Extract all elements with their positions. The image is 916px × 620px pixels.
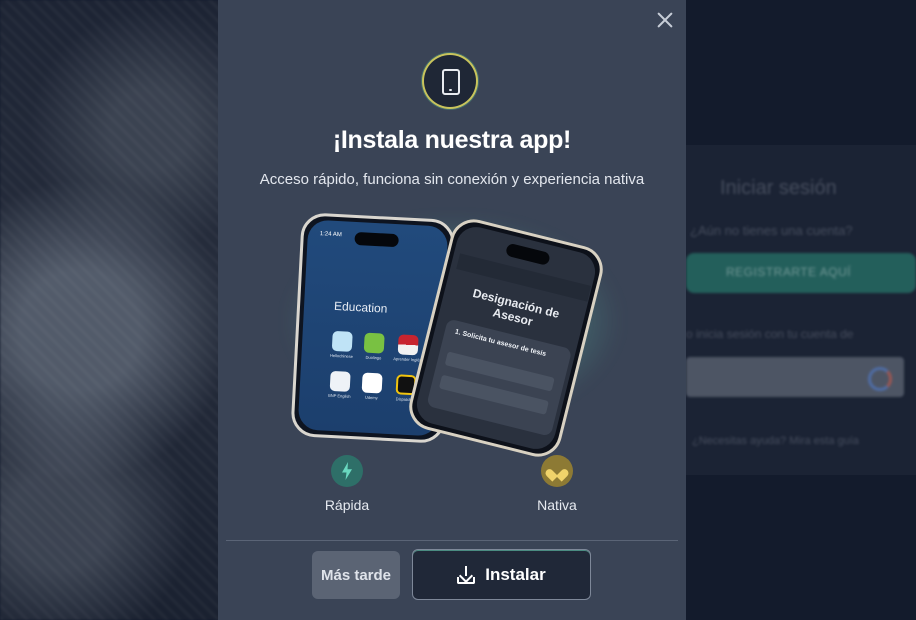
feature-native-badge [541, 455, 573, 487]
captcha-widget[interactable] [686, 357, 904, 397]
app-preview-illustration: 1:24 AM Education Hellochinese Duolingo … [278, 208, 628, 462]
install-button[interactable]: Instalar [412, 549, 591, 600]
heart-icon [550, 464, 564, 477]
register-button[interactable]: REGISTRARTE AQUÍ [686, 253, 916, 293]
feature-fast-label: Rápida [324, 497, 370, 513]
phone-time: 1:24 AM [319, 231, 342, 239]
bolt-icon [342, 462, 352, 480]
install-app-modal: ¡Instala nuestra app! Acceso rápido, fun… [218, 0, 686, 620]
alt-login-text: o inicia sesión con tu cuenta de [686, 327, 854, 341]
app-label: Duolingo [365, 354, 382, 361]
udemy-app-icon [361, 372, 383, 394]
modal-title: ¡Instala nuestra app! [332, 126, 572, 154]
later-button[interactable]: Más tarde [312, 551, 400, 599]
feature-native-label: Nativa [537, 497, 577, 513]
background-login-panel: Iniciar sesión ¿Aún no tienes una cuenta… [686, 0, 916, 620]
app-label: Aprender Inglés [393, 356, 422, 363]
footer-divider [226, 540, 678, 541]
app-label: Udemy [364, 394, 378, 401]
close-icon[interactable] [654, 9, 676, 31]
login-title: Iniciar sesión [720, 177, 837, 199]
feature-fast-badge [331, 455, 363, 487]
captcha-icon [868, 367, 892, 391]
modal-subtitle: Acceso rápido, funciona sin conexión y e… [259, 171, 645, 188]
english-app-icon [397, 334, 419, 356]
bnp-app-icon [329, 370, 351, 392]
app-label: Hellochinese [329, 352, 354, 359]
hellochinese-app-icon [331, 330, 353, 352]
app-label: BNP English [328, 392, 351, 399]
download-icon [457, 565, 476, 584]
help-link[interactable]: ¿Necesitas ayuda? Mira esta guía [692, 435, 859, 447]
background-image [0, 0, 230, 620]
duolingo-app-icon [363, 332, 385, 354]
phone-badge [424, 55, 476, 107]
folder-title: Education [333, 298, 388, 316]
login-subtitle: ¿Aún no tienes una cuenta? [690, 223, 853, 238]
login-card: Iniciar sesión ¿Aún no tienes una cuenta… [686, 145, 916, 475]
install-button-label: Instalar [485, 564, 546, 584]
smartphone-icon [442, 69, 460, 95]
